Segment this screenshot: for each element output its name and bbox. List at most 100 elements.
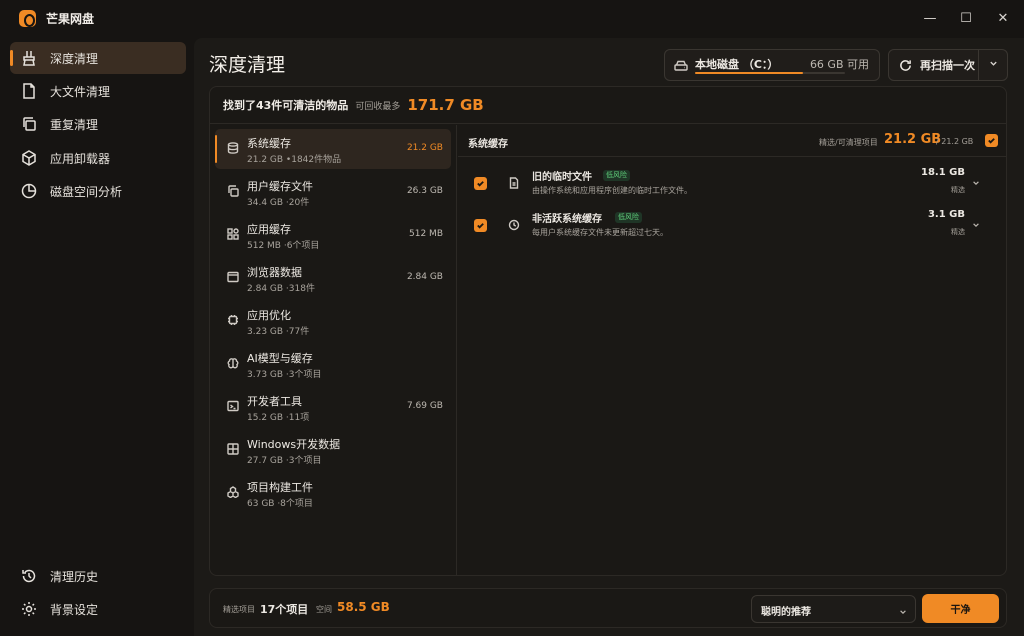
category-item[interactable]: 应用优化 3.23 GB ·77件 bbox=[215, 301, 451, 341]
category-item[interactable]: 浏览器数据 2.84 GB ·318件 2.84 GB bbox=[215, 258, 451, 298]
title-bar: 芒果网盘 — ☐ ✕ bbox=[0, 0, 1024, 38]
category-item[interactable]: 系统缓存 21.2 GB •1842件物品 21.2 GB bbox=[215, 129, 451, 169]
sidebar-item-label: 磁盘空间分析 bbox=[50, 184, 123, 199]
sidebar-item-uninstaller[interactable]: 应用卸载器 bbox=[10, 142, 186, 174]
refresh-icon bbox=[900, 59, 911, 71]
action-footer: 精选项目 17个项目 空间 58.5 GB 聪明的推荐 干净 bbox=[209, 588, 1007, 628]
select-all-checkbox[interactable] bbox=[985, 134, 998, 147]
cleanup-entry[interactable]: 非活跃系统缓存 低风险 每用户系统缓存文件未更新超过七天。 3.1 GB 精选 bbox=[458, 205, 1006, 247]
category-item[interactable]: 开发者工具 15.2 GB ·11项 7.69 GB bbox=[215, 387, 451, 427]
sidebar-item-label: 背景设定 bbox=[50, 602, 99, 617]
entry-checkbox[interactable] bbox=[474, 219, 487, 232]
minimize-button[interactable]: — bbox=[919, 8, 941, 30]
footer-selected-count: 17个项目 bbox=[260, 603, 309, 616]
category-meta: 2.84 GB ·318件 bbox=[247, 284, 315, 294]
preset-dropdown[interactable]: 聪明的推荐 bbox=[751, 595, 916, 623]
history-icon bbox=[20, 567, 38, 585]
category-meta: 27.7 GB ·3个项目 bbox=[247, 456, 322, 466]
chevron-down-icon[interactable] bbox=[972, 218, 982, 228]
category-item[interactable]: Windows开发数据 27.7 GB ·3个项目 bbox=[215, 430, 451, 470]
sidebar-item-label: 深度清理 bbox=[50, 51, 99, 66]
main-content: 深度清理 本地磁盘 （C：） 66 GB 可用 再扫描一次 找到了43件可清洁的… bbox=[194, 38, 1024, 636]
app-logo-icon bbox=[19, 10, 36, 27]
chevron-down-icon[interactable] bbox=[972, 176, 982, 186]
chevron-down-icon bbox=[989, 61, 997, 66]
category-name: 开发者工具 bbox=[247, 395, 302, 408]
rescan-options-button[interactable] bbox=[979, 59, 1007, 71]
category-list: 系统缓存 21.2 GB •1842件物品 21.2 GB 用户缓存文件 34.… bbox=[210, 125, 457, 575]
category-item[interactable]: 应用缓存 512 MB ·6个项目 512 MB bbox=[215, 215, 451, 255]
close-button[interactable]: ✕ bbox=[992, 8, 1014, 30]
summary-reclaim-size: 171.7 GB bbox=[407, 96, 484, 114]
gear-icon bbox=[20, 600, 38, 618]
sidebar-item-disk-analysis[interactable]: 磁盘空间分析 bbox=[10, 175, 186, 207]
check-icon bbox=[477, 181, 484, 187]
sidebar-item-history[interactable]: 清理历史 bbox=[10, 560, 186, 592]
category-name: Windows开发数据 bbox=[247, 438, 341, 451]
detail-selected-label: 精选/可清理项目 bbox=[819, 138, 878, 147]
category-size: 512 MB bbox=[409, 229, 443, 239]
entry-size: 3.1 GB bbox=[927, 209, 965, 220]
rescan-button-group: 再扫描一次 bbox=[888, 49, 1008, 81]
detail-total-size: / 21.2 GB bbox=[936, 137, 974, 146]
category-item[interactable]: AI模型与缓存 3.73 GB ·3个项目 bbox=[215, 344, 451, 384]
footer-space-label: 空间 bbox=[316, 605, 332, 614]
risk-badge: 低风险 bbox=[603, 170, 630, 181]
detail-selected-size: 21.2 GB bbox=[884, 132, 942, 147]
page-title: 深度清理 bbox=[209, 54, 286, 76]
sidebar-item-deep-clean[interactable]: 深度清理 bbox=[10, 42, 186, 74]
pie-chart-icon bbox=[20, 182, 38, 200]
sidebar: 深度清理 大文件清理 重复清理 应用卸载器 磁盘空间分析 清理历史 背景设定 bbox=[0, 38, 194, 636]
sidebar-item-duplicates[interactable]: 重复清理 bbox=[10, 108, 186, 140]
grid-icon bbox=[227, 228, 239, 240]
category-meta: 15.2 GB ·11项 bbox=[247, 413, 310, 423]
scan-summary: 找到了43件可清洁的物品 可回收最多 171.7 GB bbox=[210, 87, 1006, 124]
disk-usage-bar bbox=[695, 72, 845, 74]
check-icon bbox=[477, 223, 484, 229]
entry-selected-label: 精选 bbox=[951, 186, 965, 194]
windows-icon bbox=[227, 443, 239, 455]
category-size: 7.69 GB bbox=[406, 401, 443, 411]
risk-badge: 低风险 bbox=[615, 212, 642, 223]
sidebar-item-large-files[interactable]: 大文件清理 bbox=[10, 75, 186, 107]
file-icon bbox=[508, 177, 520, 189]
category-item[interactable]: 用户缓存文件 34.4 GB ·20件 26.3 GB bbox=[215, 172, 451, 212]
category-meta: 512 MB ·6个项目 bbox=[247, 241, 320, 251]
broom-icon bbox=[20, 49, 38, 67]
disk-selector[interactable]: 本地磁盘 （C：） 66 GB 可用 bbox=[664, 49, 880, 81]
entry-description: 由操作系统和应用程序创建的临时工作文件。 bbox=[532, 186, 692, 195]
category-size: 26.3 GB bbox=[406, 186, 443, 196]
rescan-label: 再扫描一次 bbox=[920, 59, 975, 72]
preset-label: 聪明的推荐 bbox=[761, 607, 811, 618]
rescan-button[interactable]: 再扫描一次 bbox=[889, 50, 979, 80]
category-meta: 63 GB ·8个项目 bbox=[247, 499, 313, 509]
copy-icon bbox=[20, 115, 38, 133]
category-name: 浏览器数据 bbox=[247, 266, 302, 279]
maximize-button[interactable]: ☐ bbox=[955, 8, 977, 30]
package-icon bbox=[20, 149, 38, 167]
chip-icon bbox=[227, 314, 239, 326]
cleanup-entry[interactable]: 旧的临时文件 低风险 由操作系统和应用程序创建的临时工作文件。 18.1 GB … bbox=[458, 163, 1006, 205]
entry-checkbox[interactable] bbox=[474, 177, 487, 190]
clock-icon bbox=[508, 219, 520, 231]
disk-free-space: 66 GB 可用 bbox=[809, 58, 869, 71]
category-name: 应用缓存 bbox=[247, 223, 291, 236]
scan-results-panel: 找到了43件可清洁的物品 可回收最多 171.7 GB 系统缓存 21.2 GB… bbox=[209, 86, 1007, 576]
brain-icon bbox=[227, 357, 239, 369]
clean-button[interactable]: 干净 bbox=[922, 594, 999, 623]
entry-description: 每用户系统缓存文件未更新超过七天。 bbox=[532, 228, 668, 237]
category-name: AI模型与缓存 bbox=[247, 352, 313, 365]
category-name: 系统缓存 bbox=[247, 137, 291, 150]
disk-usage-fill bbox=[695, 72, 803, 74]
category-item[interactable]: 项目构建工件 63 GB ·8个项目 bbox=[215, 473, 451, 513]
summary-reclaim-label: 可回收最多 bbox=[355, 101, 401, 112]
sidebar-item-label: 清理历史 bbox=[50, 569, 99, 584]
category-meta: 21.2 GB •1842件物品 bbox=[247, 155, 342, 165]
terminal-icon bbox=[227, 400, 239, 412]
entry-title: 非活跃系统缓存 bbox=[532, 214, 602, 225]
entry-title: 旧的临时文件 bbox=[532, 172, 592, 183]
category-name: 应用优化 bbox=[247, 309, 291, 322]
sidebar-item-settings[interactable]: 背景设定 bbox=[10, 593, 186, 625]
browser-icon bbox=[227, 271, 239, 283]
app-title: 芒果网盘 bbox=[46, 12, 95, 26]
